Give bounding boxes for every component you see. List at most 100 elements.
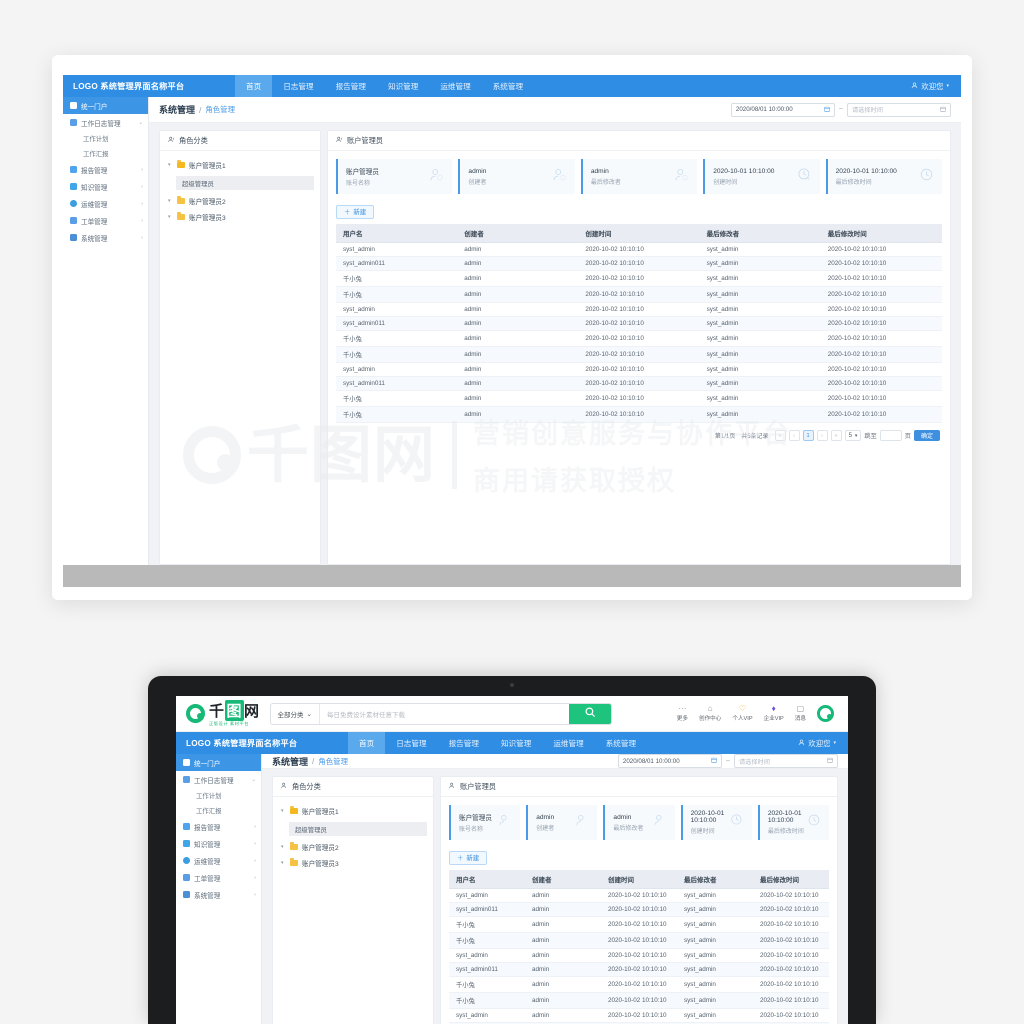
nav-item-report[interactable]: 报告管理 <box>438 732 490 754</box>
table-row[interactable]: 千小兔 admin 2020-10-02 10:10:10 syst_admin 202… <box>449 916 829 933</box>
caret-down-icon[interactable]: ▾ <box>168 214 173 220</box>
table-row[interactable]: 千小兔 admin 2020-10-02 10:10:10 syst_admin 202… <box>336 270 942 287</box>
nav-item-ops[interactable]: 运维管理 <box>429 75 481 97</box>
table-row[interactable]: 千小兔 admin 2020-10-02 10:10:10 syst_admin 202… <box>449 976 829 993</box>
sidebar-item-worklog[interactable]: 工作日志管理 ⌄ <box>63 114 148 131</box>
table-row[interactable]: syst_admin admin 2020-10-02 10:10:10 syst_a… <box>336 302 942 317</box>
site-action-message[interactable]: ▢ 消息 <box>795 705 806 723</box>
nav-item-log[interactable]: 日志管理 <box>272 75 324 97</box>
sidebar-item-knowledge[interactable]: 知识管理 › <box>176 835 261 852</box>
nav-item-report[interactable]: 报告管理 <box>325 75 377 97</box>
table-row[interactable]: 千小兔 admin 2020-10-02 10:10:10 syst_admin 202… <box>336 406 942 423</box>
site-action-enterprise-vip[interactable]: ♦ 企业VIP <box>764 705 784 723</box>
page-size-select[interactable]: 5 ▾ <box>844 430 862 441</box>
tree-node-admin3[interactable]: ▾ 账户管理员3 <box>273 855 433 871</box>
sidebar-item-system[interactable]: 系统管理 › <box>176 886 261 903</box>
tree-node-admin2[interactable]: ▾ 账户管理员2 <box>273 839 433 855</box>
table-row[interactable]: 千小兔 admin 2020-10-02 10:10:10 syst_admin 202… <box>336 330 942 347</box>
site-action-personal-vip[interactable]: ♡ 个人VIP <box>732 705 752 723</box>
sidebar-item-ticket[interactable]: 工单管理 › <box>176 869 261 886</box>
nav-item-knowledge[interactable]: 知识管理 <box>490 732 542 754</box>
date-start-input[interactable]: 2020/08/01 10:00:00 <box>617 754 722 768</box>
nav-item-log[interactable]: 日志管理 <box>385 732 437 754</box>
nav-item-ops[interactable]: 运维管理 <box>542 732 594 754</box>
nav-item-knowledge[interactable]: 知识管理 <box>377 75 429 97</box>
nav-item-home[interactable]: 首页 <box>348 732 386 754</box>
sidebar-subitem-workplan[interactable]: 工作计划 <box>176 788 261 803</box>
search-input[interactable]: 每日免费设计素材任意下载 <box>320 709 569 719</box>
more-icon: ··· <box>678 704 687 713</box>
header-user-menu[interactable]: 欢迎您 ▾ <box>911 81 961 92</box>
tree-node-admin3[interactable]: ▾ 账户管理员3 <box>160 209 320 225</box>
nav-item-system[interactable]: 系统管理 <box>482 75 534 97</box>
sidebar-item-ticket[interactable]: 工单管理 › <box>63 212 148 229</box>
tree-node-admin1[interactable]: ▾ 账户管理员1 <box>160 157 320 173</box>
table-row[interactable]: syst_admin admin 2020-10-02 10:10:10 syst_a… <box>336 362 942 377</box>
site-logo[interactable]: 千图网 正版设计 素材平台 <box>186 700 260 727</box>
table-row[interactable]: 千小兔 admin 2020-10-02 10:10:10 syst_admin 202… <box>336 346 942 363</box>
table-row[interactable]: syst_admin admin 2020-10-02 10:10:10 syst_a… <box>449 888 829 903</box>
table-row[interactable]: syst_admin admin 2020-10-02 10:10:10 syst_a… <box>336 242 942 257</box>
date-range-picker[interactable]: 2020/08/01 10:00:00 ~ 请选择时间 <box>730 102 951 117</box>
tree-node-admin1[interactable]: ▾ 账户管理员1 <box>273 803 433 819</box>
pagination-confirm-button[interactable]: 确定 <box>913 430 940 441</box>
table-row[interactable]: syst_admin011admin2020-10-02 10:10:10sys… <box>336 316 942 331</box>
pagination-last-button[interactable]: » <box>830 430 842 441</box>
sidebar-subitem-workreport[interactable]: 工作汇报 <box>63 146 148 161</box>
info-card-value: 2020-10-01 10:10:00 <box>835 167 897 175</box>
avatar[interactable] <box>817 705 834 722</box>
table-row[interactable]: syst_admin admin 2020-10-02 10:10:10 syst_a… <box>449 948 829 963</box>
table-row[interactable]: syst_admin admin 2020-10-02 10:10:10 syst_a… <box>449 1008 829 1023</box>
table-row[interactable]: syst_admin011admin2020-10-02 10:10:10sys… <box>336 256 942 271</box>
tree-leaf-superadmin[interactable]: 超级管理员 <box>289 822 427 836</box>
pagination-prev-button[interactable]: ‹ <box>788 430 800 441</box>
date-start-input[interactable]: 2020/08/01 10:00:00 <box>730 102 835 117</box>
nav-item-system[interactable]: 系统管理 <box>595 732 647 754</box>
table-row[interactable]: 千小兔 admin 2020-10-02 10:10:10 syst_admin 202… <box>449 992 829 1009</box>
table-row[interactable]: syst_admin011admin2020-10-02 10:10:10sys… <box>449 962 829 977</box>
jump-page-input[interactable] <box>879 430 902 441</box>
sidebar-item-report[interactable]: 报告管理 › <box>63 161 148 178</box>
search-button[interactable] <box>568 703 611 724</box>
sidebar-item-ops[interactable]: 运维管理 › <box>176 852 261 869</box>
breadcrumb-current[interactable]: 角色管理 <box>318 756 348 767</box>
sidebar-subitem-workreport[interactable]: 工作汇报 <box>176 803 261 818</box>
table-row[interactable]: 千小兔 admin 2020-10-02 10:10:10 syst_admin 202… <box>449 932 829 949</box>
sidebar-subitem-workplan[interactable]: 工作计划 <box>63 131 148 146</box>
table-row[interactable]: syst_admin011admin2020-10-02 10:10:10sys… <box>449 902 829 917</box>
sidebar-item-report[interactable]: 报告管理 › <box>176 818 261 835</box>
caret-down-icon[interactable]: ▾ <box>281 844 286 850</box>
caret-down-icon[interactable]: ▾ <box>168 198 173 204</box>
site-action-creation-center[interactable]: ⌂ 创作中心 <box>699 705 721 723</box>
sidebar-item-system[interactable]: 系统管理 › <box>63 229 148 246</box>
nav-item-home[interactable]: 首页 <box>235 75 273 97</box>
date-range-picker[interactable]: 2020/08/01 10:00:00 ~ 请选择时间 <box>617 754 838 768</box>
caret-down-icon[interactable]: ▾ <box>281 808 286 814</box>
caret-down-icon[interactable]: ▾ <box>281 860 286 866</box>
pagination-next-button[interactable]: › <box>816 430 828 441</box>
breadcrumb-current[interactable]: 角色管理 <box>205 104 235 115</box>
date-end-input[interactable]: 请选择时间 <box>847 102 951 117</box>
search-category-select[interactable]: 全部分类 ⌄ <box>271 703 320 724</box>
sidebar-item-portal[interactable]: 统一门户 <box>63 97 148 114</box>
tree-leaf-superadmin[interactable]: 超级管理员 <box>176 176 314 190</box>
account-admin-pane: 账户管理员 账户管理员 账号名称 admin 创建者 admin 最后修改者 2… <box>327 130 951 565</box>
pagination-page-1[interactable]: 1 <box>802 430 814 441</box>
table-row[interactable]: syst_admin011admin2020-10-02 10:10:10sys… <box>336 376 942 391</box>
new-button[interactable]: ＋ 新建 <box>449 850 488 865</box>
header-user-menu[interactable]: 欢迎您 ▾ <box>798 738 848 749</box>
sidebar-item-worklog[interactable]: 工作日志管理 ⌄ <box>176 771 261 788</box>
cell-create-time: 2020-10-02 10:10:10 <box>578 316 700 331</box>
table-row[interactable]: 千小兔 admin 2020-10-02 10:10:10 syst_admin 202… <box>336 286 942 303</box>
tree-node-admin2[interactable]: ▾ 账户管理员2 <box>160 193 320 209</box>
site-search[interactable]: 全部分类 ⌄ 每日免费设计素材任意下载 <box>269 702 612 725</box>
site-action-more[interactable]: ··· 更多 <box>677 704 688 723</box>
sidebar-item-portal[interactable]: 统一门户 <box>176 754 261 771</box>
caret-down-icon[interactable]: ▾ <box>168 162 173 168</box>
pagination-first-button[interactable]: « <box>774 430 786 441</box>
sidebar-item-ops[interactable]: 运维管理 › <box>63 195 148 212</box>
table-row[interactable]: 千小兔 admin 2020-10-02 10:10:10 syst_admin 202… <box>336 390 942 407</box>
date-end-input[interactable]: 请选择时间 <box>734 754 838 768</box>
new-button[interactable]: ＋ 新建 <box>336 204 375 219</box>
sidebar-item-knowledge[interactable]: 知识管理 › <box>63 178 148 195</box>
